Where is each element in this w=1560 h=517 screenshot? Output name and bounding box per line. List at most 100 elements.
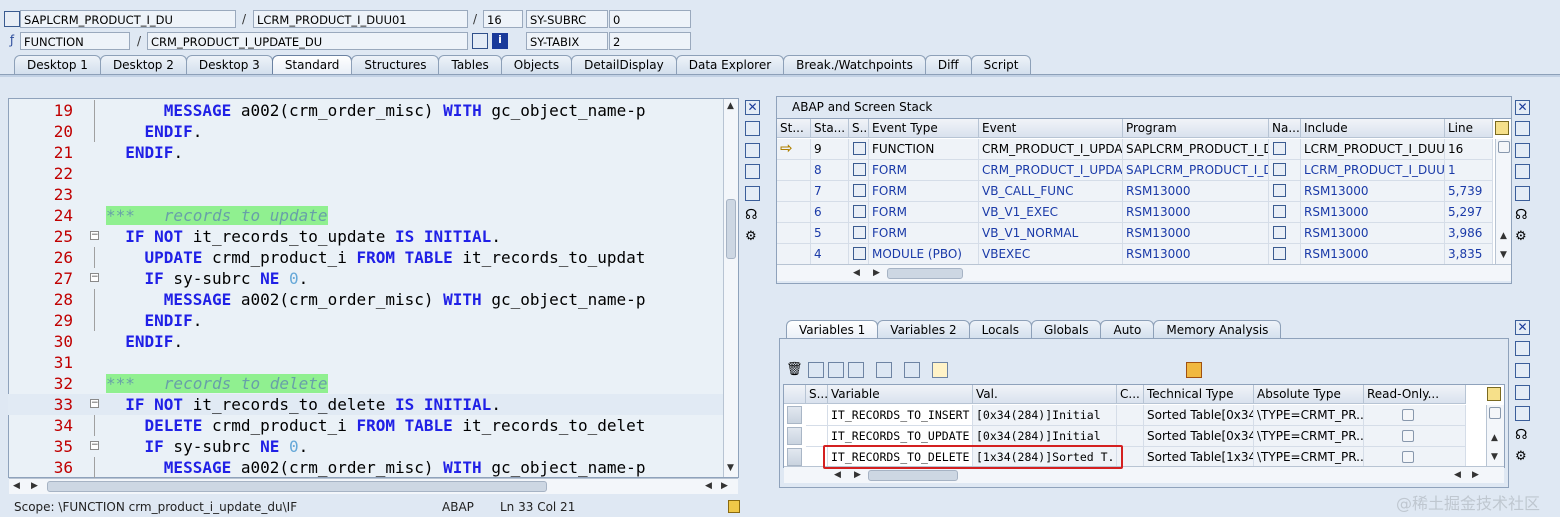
scroll-thumb[interactable] (726, 199, 736, 259)
stack-cell-event[interactable]: CRM_PRODUCT_I_UPDA... (979, 160, 1123, 181)
stack-column-header[interactable]: S... (849, 119, 869, 138)
scroll-right-icon[interactable]: ▶ (1472, 470, 1479, 480)
variables-column-header[interactable]: Val. (973, 385, 1117, 404)
variables-column-header[interactable]: S... (806, 385, 828, 404)
variables-column-header[interactable]: C... (1117, 385, 1144, 404)
stack-cell-level[interactable]: 6 (811, 202, 849, 223)
services-icon[interactable]: ☊ (745, 208, 760, 223)
variables-column-header[interactable]: Technical Type (1144, 385, 1254, 404)
stack-cell-current[interactable] (777, 181, 811, 202)
tab-standard[interactable]: Standard (271, 55, 353, 74)
stack-cell-screen-icon[interactable] (849, 160, 869, 181)
stack-cell-current[interactable] (777, 202, 811, 223)
services-icon[interactable]: ☊ (1515, 208, 1530, 223)
table-icon[interactable] (828, 362, 844, 378)
stack-cell-current[interactable]: ⇨ (777, 139, 811, 160)
variable-value-cell[interactable]: [0x34(284)]Initial (973, 426, 1117, 447)
tab-structures[interactable]: Structures (351, 55, 440, 74)
scroll-right-icon[interactable]: ▶ (31, 481, 38, 491)
scroll-left-icon[interactable]: ◀ (834, 470, 841, 480)
tab-globals[interactable]: Globals (1030, 320, 1102, 339)
variable-name-cell[interactable]: IT_RECORDS_TO_UPDATE (828, 426, 973, 447)
read-only-checkbox[interactable] (1402, 451, 1414, 463)
stack-cell-nav-icon[interactable] (1269, 160, 1301, 181)
row-selector[interactable] (787, 406, 802, 424)
swap-icon[interactable] (745, 143, 760, 158)
services-icon[interactable]: ☊ (1515, 428, 1530, 443)
variable-name-cell[interactable]: IT_RECORDS_TO_INSERT (828, 405, 973, 426)
tab-auto[interactable]: Auto (1100, 320, 1155, 339)
folder-icon[interactable] (932, 362, 948, 378)
scroll-down-icon[interactable]: ▼ (1500, 250, 1507, 260)
stack-cell-level[interactable]: 5 (811, 223, 849, 244)
stack-cell-event[interactable]: VB_CALL_FUNC (979, 181, 1123, 202)
tab-variables-2[interactable]: Variables 2 (877, 320, 970, 339)
stack-column-header[interactable]: Event Type (869, 119, 979, 138)
stack-column-header[interactable]: Include (1301, 119, 1445, 138)
row-selector[interactable] (787, 448, 802, 466)
hierarchy-icon[interactable] (876, 362, 892, 378)
scroll-down-icon[interactable]: ▼ (1491, 452, 1498, 462)
close-icon[interactable]: ✕ (1515, 100, 1530, 115)
fold-toggle-icon[interactable]: − (90, 399, 99, 408)
h-scroll-thumb[interactable] (47, 481, 547, 492)
tab-detaildisplay[interactable]: DetailDisplay (571, 55, 677, 74)
stack-cell-screen-icon[interactable] (849, 244, 869, 265)
stack-column-header[interactable]: Program (1123, 119, 1269, 138)
settings-icon[interactable]: ⚙ (745, 230, 760, 245)
stack-cell-include[interactable]: RSM13000 (1301, 223, 1445, 244)
stack-cell-nav-icon[interactable] (1269, 202, 1301, 223)
stack-cell-event[interactable]: CRM_PRODUCT_I_UPDA... (979, 139, 1123, 160)
stack-cell-include[interactable]: LCRM_PRODUCT_I_DUU... (1301, 139, 1445, 160)
stack-cell-screen-icon[interactable] (849, 223, 869, 244)
save-icon[interactable] (1186, 362, 1202, 378)
scroll-thumb[interactable] (1489, 407, 1501, 419)
stack-cell-current[interactable] (777, 223, 811, 244)
stack-cell-include[interactable]: RSM13000 (1301, 202, 1445, 223)
tab-break-watchpoints[interactable]: Break./Watchpoints (783, 55, 926, 74)
variable-change-cell[interactable] (1117, 426, 1144, 447)
absolute-type-cell[interactable]: \TYPE=CRMT_PR... (1254, 426, 1364, 447)
stack-cell-program[interactable]: RSM13000 (1123, 223, 1269, 244)
table-icon[interactable] (808, 362, 824, 378)
stack-cell-program[interactable]: RSM13000 (1123, 202, 1269, 223)
tab-objects[interactable]: Objects (500, 55, 573, 74)
variable-value-cell[interactable]: [0x34(284)]Initial (973, 405, 1117, 426)
maximize-icon[interactable] (1515, 363, 1530, 378)
tab-variables-1[interactable]: Variables 1 (786, 320, 879, 339)
swap-icon[interactable] (1515, 341, 1530, 356)
stack-cell-level[interactable]: 8 (811, 160, 849, 181)
stack-cell-nav-icon[interactable] (1269, 244, 1301, 265)
stack-cell-program[interactable]: SAPLCRM_PRODUCT_I_D... (1123, 139, 1269, 160)
stack-cell-event[interactable]: VB_V1_NORMAL (979, 223, 1123, 244)
stack-cell-current[interactable] (777, 244, 811, 265)
fold-toggle-icon[interactable]: − (90, 231, 99, 240)
h-scroll-thumb[interactable] (868, 470, 958, 481)
technical-type-cell[interactable]: Sorted Table[0x34... (1144, 426, 1254, 447)
maximize-icon[interactable] (745, 164, 760, 179)
stack-cell-type[interactable]: FORM (869, 202, 979, 223)
read-only-checkbox[interactable] (1402, 430, 1414, 442)
stack-cell-include[interactable]: LCRM_PRODUCT_I_DUU... (1301, 160, 1445, 181)
maximize-icon[interactable] (1515, 143, 1530, 158)
absolute-type-cell[interactable]: \TYPE=CRMT_PR... (1254, 447, 1364, 467)
technical-type-cell[interactable]: Sorted Table[1x34... (1144, 447, 1254, 467)
transfer-icon[interactable] (904, 362, 920, 378)
scroll-right-icon[interactable]: ▶ (854, 470, 861, 480)
editor-hscroll[interactable]: ◀ ▶ ◀ ▶ (9, 478, 738, 494)
stack-cell-line[interactable]: 5,297 (1445, 202, 1493, 223)
stack-cell-nav-icon[interactable] (1269, 139, 1301, 160)
stack-cell-screen-icon[interactable] (849, 181, 869, 202)
scroll-left-icon[interactable]: ◀ (853, 268, 860, 278)
close-icon[interactable]: ✕ (745, 100, 760, 115)
scroll-left-icon[interactable]: ◀ (705, 481, 712, 491)
stack-cell-line[interactable]: 5,739 (1445, 181, 1493, 202)
variables-vscroll[interactable]: ▲ ▼ (1486, 405, 1504, 467)
stack-cell-include[interactable]: RSM13000 (1301, 244, 1445, 265)
close-icon[interactable]: ✕ (1515, 320, 1530, 335)
scroll-up-icon[interactable]: ▲ (1491, 433, 1498, 443)
technical-type-cell[interactable]: Sorted Table[0x34... (1144, 405, 1254, 426)
table-icon[interactable] (848, 362, 864, 378)
stack-column-header[interactable]: Sta... (811, 119, 849, 138)
stack-vscroll[interactable]: ▲ ▼ (1495, 139, 1511, 265)
